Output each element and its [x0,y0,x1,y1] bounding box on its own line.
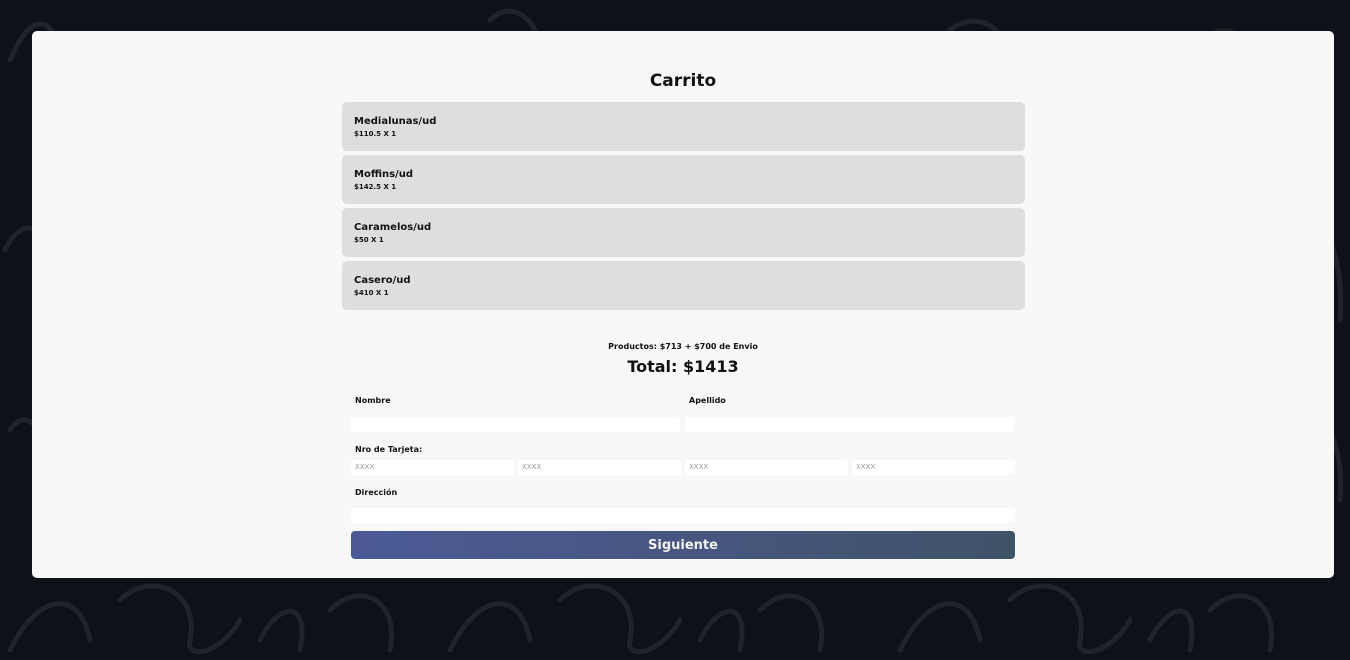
cart-item: Casero/ud $410 X 1 [342,261,1025,310]
apellido-input[interactable] [685,416,1014,432]
nombre-group: Nombre [351,395,680,432]
card-number-input-1[interactable] [351,459,514,475]
card-number-input-3[interactable] [685,459,848,475]
cart-item: Medialunas/ud $110.5 X 1 [342,102,1025,151]
apellido-label: Apellido [689,396,726,405]
cart-item-price: $110.5 X 1 [354,130,397,138]
nombre-input[interactable] [351,416,680,432]
cart-item-name: Medialunas/ud [354,116,437,127]
cart-item: Caramelos/ud $50 X 1 [342,208,1025,257]
order-total: Total: $1413 [627,357,739,376]
apellido-group: Apellido [685,395,1014,432]
cart-item-name: Casero/ud [354,275,411,286]
tarjeta-label: Nro de Tarjeta: [355,444,423,454]
cart-item-price: $410 X 1 [354,289,389,297]
cart-item: Moffins/ud $142.5 X 1 [342,155,1025,204]
page-title: Carrito [649,71,717,91]
cart-list: Medialunas/ud $110.5 X 1 Moffins/ud $142… [342,102,1025,314]
cart-item-price: $142.5 X 1 [354,183,397,191]
name-row: Nombre Apellido [351,395,1015,432]
card-number-row [351,459,1015,475]
card-number-input-4[interactable] [852,459,1015,475]
checkout-card: Carrito Medialunas/ud $110.5 X 1 Moffins… [32,31,1334,578]
checkout-form: Nombre Apellido Nro de Tarjeta: Direcció… [351,395,1015,559]
direccion-input[interactable] [351,508,1015,523]
direccion-label: Dirección [355,487,398,497]
card-number-input-2[interactable] [518,459,681,475]
products-summary: Productos: $713 + $700 de Envio [608,342,758,351]
siguiente-button[interactable]: Siguiente [351,531,1015,559]
nombre-label: Nombre [355,396,391,405]
cart-item-name: Moffins/ud [354,169,413,180]
cart-item-name: Caramelos/ud [354,222,432,233]
cart-item-price: $50 X 1 [354,236,384,244]
